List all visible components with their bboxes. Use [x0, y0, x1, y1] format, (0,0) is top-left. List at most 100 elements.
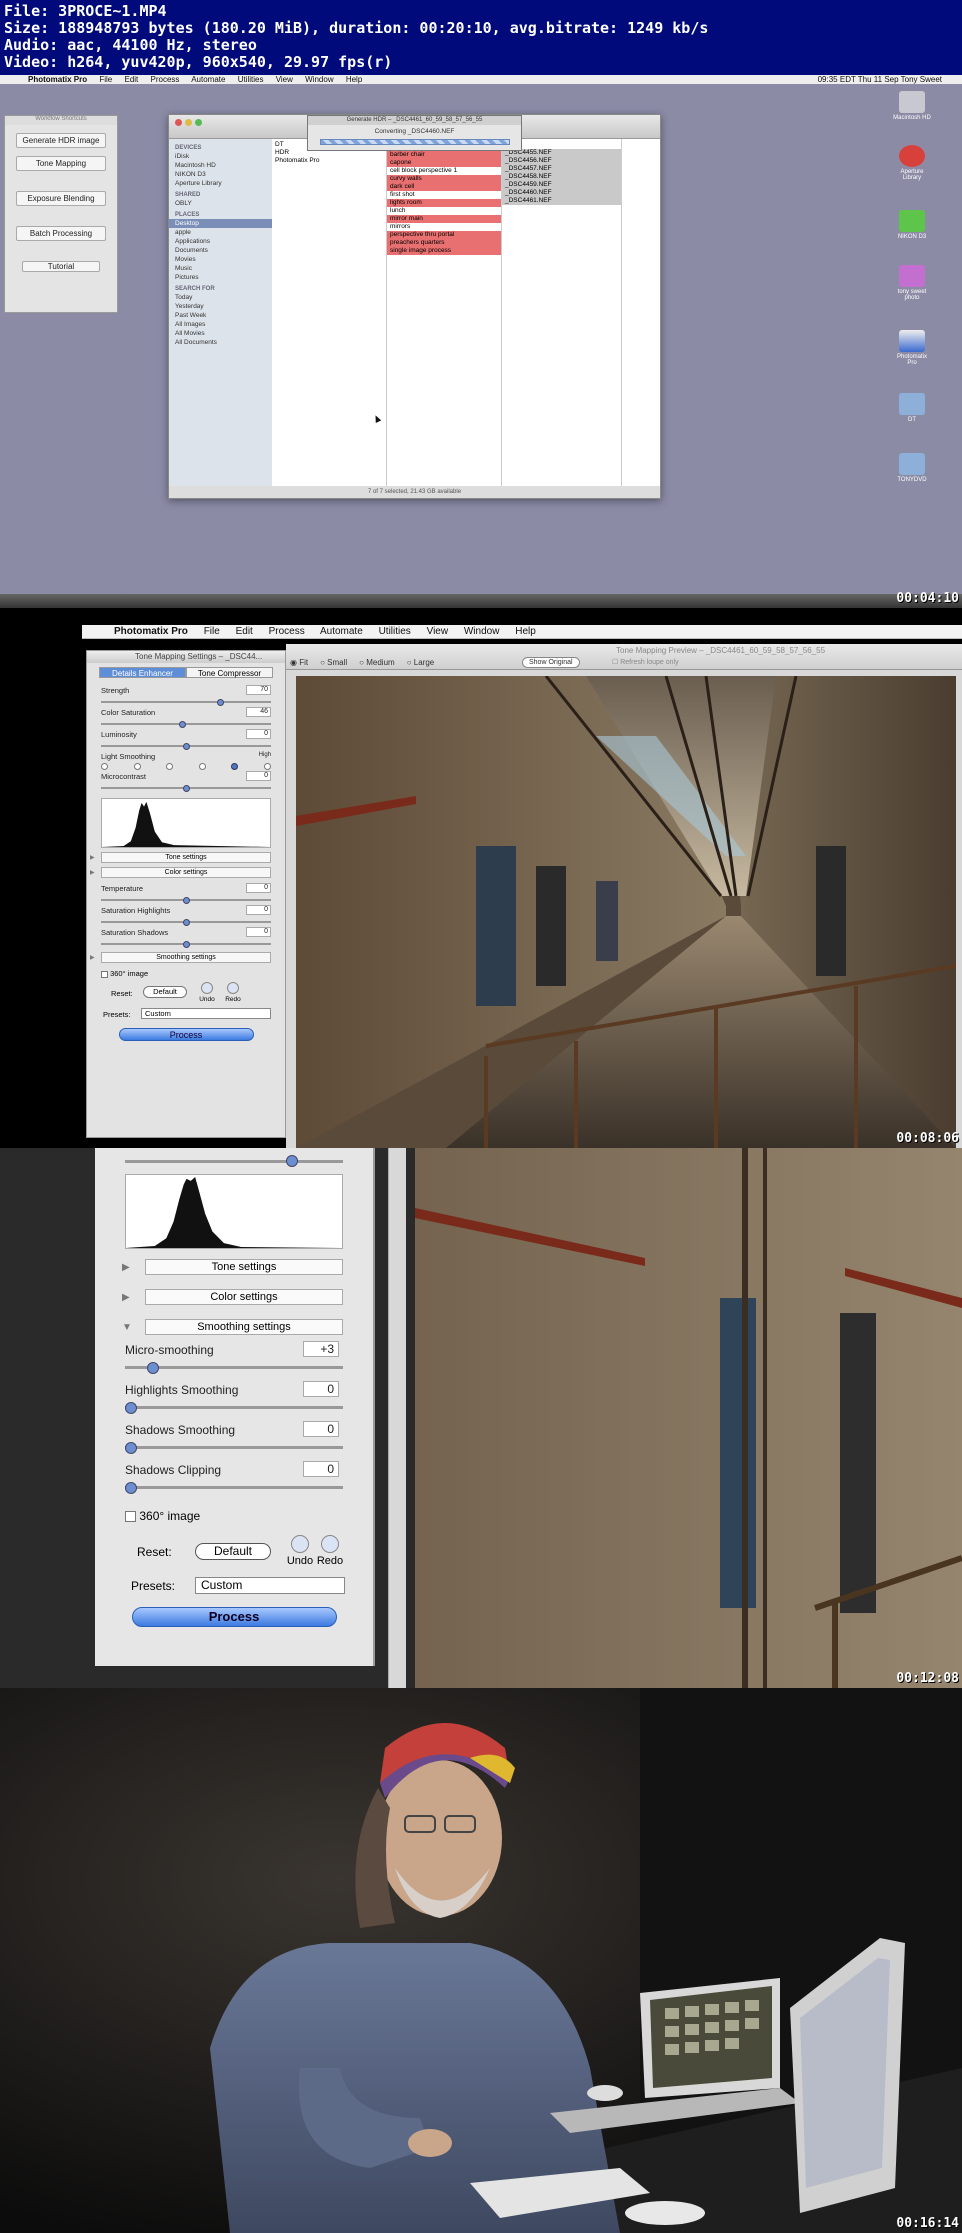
- menu-view[interactable]: View: [427, 626, 449, 637]
- list-item[interactable]: barber chair: [387, 151, 501, 159]
- temperature-slider[interactable]: Temperature 0: [101, 882, 271, 904]
- tone-settings-section[interactable]: ▶ Tone settings: [122, 1259, 343, 1275]
- radio-option-selected[interactable]: [231, 763, 239, 770]
- checkbox-icon[interactable]: [101, 970, 108, 978]
- slider-knob[interactable]: [182, 941, 190, 948]
- process-button[interactable]: Process: [131, 1607, 337, 1627]
- list-item[interactable]: perspective thru portal: [387, 231, 501, 239]
- shadows-clipping-slider[interactable]: Shadows Clipping 0: [125, 1459, 343, 1499]
- sidebar-item-idisk[interactable]: iDisk: [169, 152, 272, 161]
- presets-select[interactable]: Custom: [195, 1577, 345, 1594]
- menu-window[interactable]: Window: [305, 75, 333, 84]
- tone-mapping-button[interactable]: Tone Mapping: [16, 156, 106, 171]
- menu-process[interactable]: Process: [269, 626, 305, 637]
- menu-app[interactable]: Photomatix Pro: [114, 626, 188, 637]
- slider-value[interactable]: 0: [303, 1421, 339, 1437]
- exposure-blending-button[interactable]: Exposure Blending: [16, 191, 106, 206]
- sidebar-item-today[interactable]: Today: [169, 293, 272, 302]
- menu-edit[interactable]: Edit: [236, 626, 253, 637]
- menu-file[interactable]: File: [204, 626, 220, 637]
- desktop-icon-tony-photo[interactable]: tony sweet photo: [892, 265, 932, 301]
- redo-button[interactable]: Redo: [315, 1535, 345, 1567]
- shadows-smoothing-slider[interactable]: Shadows Smoothing 0: [125, 1419, 343, 1459]
- sidebar-item-applications[interactable]: Applications: [169, 237, 272, 246]
- saturation-shadows-slider[interactable]: Saturation Shadows 0: [101, 926, 271, 948]
- zoom-large-radio[interactable]: ○ Large: [407, 658, 435, 667]
- list-item[interactable]: mirror main: [387, 215, 501, 223]
- slider-value[interactable]: +3: [303, 1341, 339, 1357]
- tab-details-enhancer[interactable]: Details Enhancer: [99, 667, 186, 678]
- tab-tone-compressor[interactable]: Tone Compressor: [186, 667, 273, 678]
- color-saturation-slider[interactable]: Color Saturation 46: [101, 706, 271, 728]
- list-item[interactable]: single image process: [387, 247, 501, 255]
- slider-value[interactable]: 0: [246, 729, 271, 739]
- slider-knob[interactable]: [146, 1362, 159, 1374]
- color-settings-section[interactable]: Color settings: [90, 867, 271, 878]
- refresh-loupe-checkbox[interactable]: ☐ Refresh loupe only: [612, 658, 679, 666]
- batch-processing-button[interactable]: Batch Processing: [16, 226, 106, 241]
- tone-settings-section[interactable]: Tone settings: [90, 852, 271, 863]
- slider-knob[interactable]: [179, 721, 187, 728]
- saturation-highlights-slider[interactable]: Saturation Highlights 0: [101, 904, 271, 926]
- color-settings-section[interactable]: ▶ Color settings: [122, 1289, 343, 1305]
- sidebar-item-all-images[interactable]: All Images: [169, 320, 272, 329]
- desktop-icon-aperture[interactable]: Aperture Library: [892, 145, 932, 181]
- strength-slider[interactable]: Strength 70: [101, 684, 271, 706]
- radio-option[interactable]: [101, 763, 108, 770]
- sidebar-item-nikon[interactable]: NIKON D3: [169, 170, 272, 179]
- disclosure-triangle-icon[interactable]: ▶: [122, 1261, 130, 1275]
- list-item[interactable]: _DSC4460.NEF: [502, 189, 621, 197]
- sidebar-item-all-documents[interactable]: All Documents: [169, 338, 272, 347]
- presets-select[interactable]: Custom: [141, 1008, 271, 1019]
- desktop-icon-macintosh-hd[interactable]: Macintosh HD: [892, 91, 932, 121]
- list-item[interactable]: _DSC4458.NEF: [502, 173, 621, 181]
- sidebar-item-pictures[interactable]: Pictures: [169, 273, 272, 282]
- list-item[interactable]: dark cell: [387, 183, 501, 191]
- undo-button[interactable]: Undo: [197, 982, 217, 1003]
- radio-option[interactable]: [166, 763, 174, 770]
- micro-smoothing-slider[interactable]: Micro-smoothing +3: [125, 1339, 343, 1379]
- desktop-icon-dt[interactable]: DT: [892, 393, 932, 423]
- sidebar-item-aperture[interactable]: Aperture Library: [169, 179, 272, 188]
- sidebar-item-apple[interactable]: apple: [169, 228, 272, 237]
- default-button[interactable]: Default: [143, 986, 187, 998]
- list-item[interactable]: _DSC4459.NEF: [502, 181, 621, 189]
- menu-automate[interactable]: Automate: [191, 75, 225, 84]
- list-item[interactable]: capone: [387, 159, 501, 167]
- disclosure-triangle-icon[interactable]: ▼: [122, 1321, 132, 1335]
- menu-process[interactable]: Process: [151, 75, 180, 84]
- highlights-smoothing-slider[interactable]: Highlights Smoothing 0: [125, 1379, 343, 1419]
- sidebar-item-music[interactable]: Music: [169, 264, 272, 273]
- slider-value[interactable]: 0: [246, 883, 271, 893]
- radio-option[interactable]: [263, 763, 271, 770]
- list-item[interactable]: _DSC4461.NEF: [502, 197, 621, 205]
- list-item[interactable]: Photomatix Pro: [272, 157, 386, 165]
- sidebar-item-past-week[interactable]: Past Week: [169, 311, 272, 320]
- menu-utilities[interactable]: Utilities: [379, 626, 411, 637]
- sidebar-item-yesterday[interactable]: Yesterday: [169, 302, 272, 311]
- slider-value[interactable]: 0: [303, 1381, 339, 1397]
- radio-option[interactable]: [133, 763, 141, 770]
- menu-help[interactable]: Help: [346, 75, 362, 84]
- show-original-button[interactable]: Show Original: [522, 657, 580, 668]
- desktop-icon-nikon[interactable]: NIKON D3: [892, 210, 932, 240]
- generate-hdr-button[interactable]: Generate HDR image: [16, 133, 106, 148]
- slider-knob[interactable]: [182, 919, 190, 926]
- slider-knob[interactable]: [125, 1482, 137, 1494]
- slider-knob[interactable]: [286, 1155, 299, 1167]
- slider-value[interactable]: 0: [246, 771, 271, 781]
- list-item[interactable]: _DSC4456.NEF: [502, 157, 621, 165]
- slider-value[interactable]: 0: [303, 1461, 339, 1477]
- list-item[interactable]: lunch: [387, 207, 501, 215]
- disclosure-triangle-icon[interactable]: ▶: [122, 1291, 130, 1305]
- luminosity-slider[interactable]: Luminosity 0: [101, 728, 271, 750]
- menu-view[interactable]: View: [276, 75, 293, 84]
- smoothing-settings-section[interactable]: Smoothing settings: [90, 952, 271, 963]
- list-item[interactable]: cell block perspective 1: [387, 167, 501, 175]
- zoom-small-radio[interactable]: ○ Small: [320, 658, 347, 667]
- slider-knob[interactable]: [125, 1442, 137, 1454]
- smoothing-settings-section[interactable]: ▼ Smoothing settings: [122, 1319, 343, 1335]
- default-button[interactable]: Default: [195, 1543, 271, 1560]
- tutorial-button[interactable]: Tutorial: [22, 261, 100, 272]
- slider-value[interactable]: 0: [246, 927, 271, 937]
